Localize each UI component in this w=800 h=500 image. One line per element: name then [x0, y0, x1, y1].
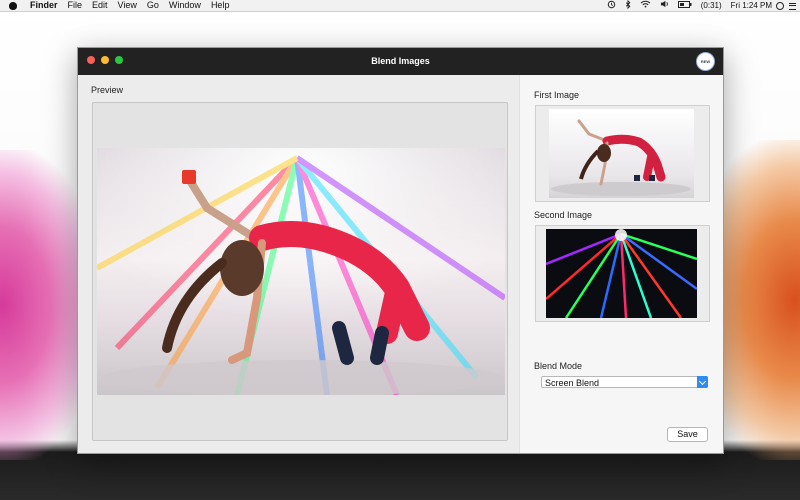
preview-label: Preview [91, 85, 124, 95]
menu-go[interactable]: Go [147, 0, 159, 11]
first-image-thumbnail [549, 109, 694, 198]
blended-preview-image [97, 148, 505, 395]
menu-finder[interactable]: Finder [30, 0, 58, 11]
blend-images-window: Blend Images REW Preview First Image Sec… [77, 47, 724, 454]
second-image-well[interactable] [535, 225, 710, 322]
menu-bar: Finder File Edit View Go Window Help (0:… [0, 0, 800, 12]
bluetooth-icon[interactable] [625, 0, 631, 12]
battery-icon[interactable] [677, 0, 692, 11]
second-image-thumbnail [546, 229, 697, 318]
battery-time: (0:31) [700, 1, 722, 10]
menu-help[interactable]: Help [211, 0, 230, 11]
settings-pane: First Image Second Image Blend Mode Scre… [519, 75, 723, 453]
title-bar[interactable]: Blend Images REW [78, 48, 723, 75]
blend-mode-value: Screen Blend [545, 378, 600, 388]
rew-logo[interactable]: REW [696, 52, 715, 71]
save-button[interactable]: Save [667, 427, 708, 442]
blend-mode-label: Blend Mode [534, 361, 583, 371]
menu-window[interactable]: Window [169, 0, 201, 11]
blend-mode-select[interactable]: Screen Blend [541, 376, 708, 388]
clock[interactable]: Fri 1:24 PM [731, 0, 772, 11]
second-image-label: Second Image [534, 210, 593, 220]
preview-pane: Preview [78, 75, 519, 453]
wifi-icon[interactable] [640, 0, 651, 11]
menu-file[interactable]: File [68, 0, 83, 11]
chevron-down-icon[interactable] [697, 376, 708, 388]
menu-edit[interactable]: Edit [92, 0, 108, 11]
apple-icon[interactable] [8, 0, 18, 11]
window-title: Blend Images [371, 56, 430, 66]
notification-center-icon[interactable] [789, 3, 796, 10]
time-machine-icon[interactable] [607, 0, 616, 12]
first-image-well[interactable] [535, 105, 710, 202]
first-image-label: First Image [534, 90, 580, 100]
spotlight-icon[interactable] [776, 2, 784, 10]
preview-well [92, 102, 508, 441]
menu-view[interactable]: View [118, 0, 137, 11]
status-area: (0:31) Fri 1:24 PM [598, 0, 772, 11]
volume-icon[interactable] [660, 0, 669, 11]
